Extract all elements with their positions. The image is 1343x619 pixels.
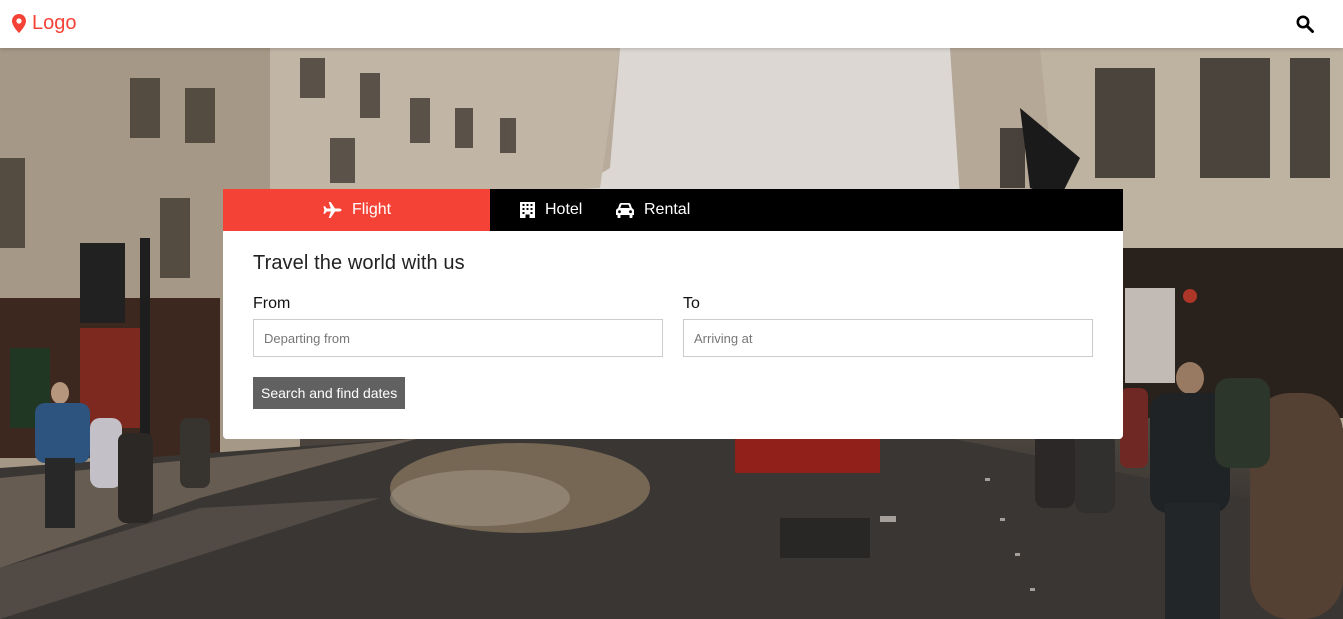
logo-text: Logo	[32, 12, 77, 34]
booking-form: Travel the world with us From To Search …	[223, 231, 1123, 409]
search-icon	[1296, 15, 1314, 33]
arriving-at-input[interactable]	[683, 319, 1093, 357]
booking-title: Travel the world with us	[253, 252, 465, 274]
car-icon	[616, 202, 634, 218]
top-bar: Logo	[0, 0, 1343, 48]
plane-icon	[323, 202, 342, 218]
departing-from-input[interactable]	[253, 319, 663, 357]
from-field-group: From	[253, 295, 663, 357]
tab-rental-label: Rental	[644, 201, 691, 218]
from-label: From	[253, 295, 291, 312]
tab-hotel[interactable]: Hotel	[490, 189, 616, 231]
search-dates-button[interactable]: Search and find dates	[253, 377, 406, 409]
to-field-group: To	[683, 295, 1093, 357]
logo-link[interactable]: Logo	[12, 11, 77, 35]
tab-flight-label: Flight	[351, 201, 392, 218]
to-label: To	[683, 295, 700, 312]
tab-hotel-label: Hotel	[545, 201, 583, 218]
building-icon	[520, 202, 535, 218]
map-marker-icon	[12, 13, 26, 33]
tab-rental[interactable]: Rental	[616, 189, 690, 231]
booking-tab-bar: Flight Hotel Rental	[223, 189, 1123, 231]
location-fields: From To	[253, 295, 1093, 357]
tab-flight[interactable]: Flight	[223, 189, 490, 231]
search-button[interactable]	[1296, 15, 1314, 33]
booking-card: Flight Hotel Rental Travel the world wit…	[223, 189, 1123, 439]
